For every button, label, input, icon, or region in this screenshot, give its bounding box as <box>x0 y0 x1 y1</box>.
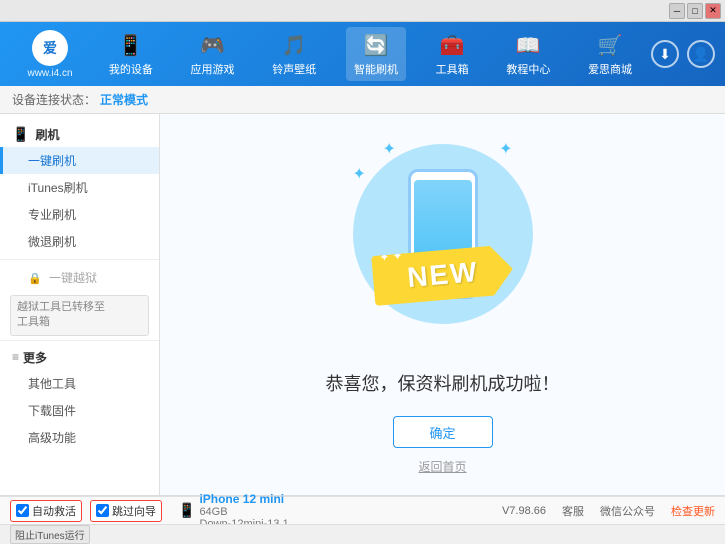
success-message: 恭喜您，保资料刷机成功啦！ <box>326 370 560 396</box>
nav-smart-flash[interactable]: 🔄 智能刷机 <box>346 27 406 81</box>
flash-group-icon: 📱 <box>12 126 29 143</box>
nav-items: 📱 我的设备 🎮 应用游戏 🎵 铃声壁纸 🔄 智能刷机 🧰 工具箱 📖 教程中心… <box>90 27 651 81</box>
nav-right: ⬇ 👤 <box>651 40 715 68</box>
nav-tutorial[interactable]: 📖 教程中心 <box>498 27 558 81</box>
customer-service-link[interactable]: 客服 <box>562 503 584 519</box>
more-group-icon: ≡ <box>12 350 19 364</box>
itunes-running-button[interactable]: 阻止iTunes运行 <box>10 525 90 544</box>
sidebar-divider-1 <box>0 259 159 260</box>
download-firmware-label: 下载固件 <box>28 404 76 418</box>
status-label: 设备连接状态： <box>12 91 96 108</box>
go-home-link[interactable]: 返回首页 <box>418 458 466 475</box>
logo-circle: 爱 <box>32 30 68 66</box>
sidebar-item-advanced[interactable]: 高级功能 <box>0 424 159 451</box>
auto-backup-checkbox[interactable] <box>16 504 29 517</box>
ringtones-icon: 🎵 <box>280 31 308 59</box>
one-key-flash-label: 一键刷机 <box>28 154 76 168</box>
itunes-running-label: 阻止iTunes运行 <box>15 531 85 542</box>
device-name: iPhone 12 mini <box>199 492 288 506</box>
maximize-button[interactable]: □ <box>687 3 703 19</box>
confirm-button[interactable]: 确定 <box>393 416 493 448</box>
nav-my-device[interactable]: 📱 我的设备 <box>101 27 161 81</box>
downgrade-flash-label: 微退刷机 <box>28 235 76 249</box>
sidebar-item-itunes-flash[interactable]: iTunes刷机 <box>0 174 159 201</box>
toolbox-icon: 🧰 <box>438 31 466 59</box>
nav-smart-flash-label: 智能刷机 <box>354 61 398 77</box>
sidebar-item-downgrade-flash[interactable]: 微退刷机 <box>0 228 159 255</box>
user-button[interactable]: 👤 <box>687 40 715 68</box>
content-area: ✦ ✦ ✦ ✦ ✦ NEW 恭喜您，保资料刷机成功啦！ 确定 返回首页 <box>160 114 725 495</box>
itunes-flash-label: iTunes刷机 <box>28 181 88 195</box>
download-button[interactable]: ⬇ <box>651 40 679 68</box>
sidebar-item-pro-flash[interactable]: 专业刷机 <box>0 201 159 228</box>
itunes-bar: 阻止iTunes运行 <box>0 524 725 544</box>
main-layout: 📱 刷机 一键刷机 iTunes刷机 专业刷机 微退刷机 🔒 一键越狱 越狱工具… <box>0 114 725 495</box>
sparkle-1: ✦ <box>383 139 396 159</box>
sparkle-2: ✦ <box>353 164 366 184</box>
sidebar-item-download-firmware[interactable]: 下载固件 <box>0 397 159 424</box>
nav-ringtones-label: 铃声壁纸 <box>272 61 316 77</box>
skip-wizard-checkbox-container: 跳过向导 <box>90 500 162 522</box>
nav-tutorial-label: 教程中心 <box>506 61 550 77</box>
check-update-link[interactable]: 检查更新 <box>671 503 715 519</box>
nav-apps-label: 应用游戏 <box>191 61 235 77</box>
device-phone-icon: 📱 <box>178 502 195 519</box>
skip-wizard-label: 跳过向导 <box>112 503 156 519</box>
nav-ringtones[interactable]: 🎵 铃声壁纸 <box>264 27 324 81</box>
minimize-button[interactable]: ─ <box>669 3 685 19</box>
status-value: 正常模式 <box>100 91 148 108</box>
nav-shop[interactable]: 🛒 爱思商城 <box>580 27 640 81</box>
phone-illustration: ✦ ✦ ✦ ✦ ✦ NEW <box>343 134 543 350</box>
my-device-icon: 📱 <box>117 31 145 59</box>
sidebar-notice: 越狱工具已转移至工具箱 <box>10 295 149 336</box>
smart-flash-icon: 🔄 <box>362 31 390 59</box>
jailbreak-label: 一键越狱 <box>49 271 97 285</box>
sparkle-3: ✦ <box>499 139 512 159</box>
sidebar-group-flash[interactable]: 📱 刷机 <box>0 122 159 147</box>
sidebar: 📱 刷机 一键刷机 iTunes刷机 专业刷机 微退刷机 🔒 一键越狱 越狱工具… <box>0 114 160 495</box>
tutorial-icon: 📖 <box>514 31 542 59</box>
sidebar-group-more[interactable]: ≡ 更多 <box>0 345 159 370</box>
nav-shop-label: 爱思商城 <box>588 61 632 77</box>
auto-backup-label: 自动救活 <box>32 503 76 519</box>
nav-my-device-label: 我的设备 <box>109 61 153 77</box>
sidebar-group-flash-label: 刷机 <box>35 126 59 143</box>
sidebar-item-one-key-flash[interactable]: 一键刷机 <box>0 147 159 174</box>
title-bar: ─ □ ✕ <box>0 0 725 22</box>
sidebar-notice-text: 越狱工具已转移至工具箱 <box>17 301 105 328</box>
pro-flash-label: 专业刷机 <box>28 208 76 222</box>
nav-toolbox-label: 工具箱 <box>436 61 469 77</box>
top-nav: 爱 www.i4.cn 📱 我的设备 🎮 应用游戏 🎵 铃声壁纸 🔄 智能刷机 … <box>0 22 725 86</box>
logo-icon: 爱 <box>43 38 57 58</box>
sidebar-group-more-label: 更多 <box>23 349 47 366</box>
other-tools-label: 其他工具 <box>28 377 76 391</box>
nav-apps[interactable]: 🎮 应用游戏 <box>183 27 243 81</box>
sidebar-divider-2 <box>0 340 159 341</box>
device-storage: 64GB <box>199 506 288 518</box>
version-label: V7.98.66 <box>502 505 546 517</box>
apps-icon: 🎮 <box>199 31 227 59</box>
skip-wizard-checkbox[interactable] <box>96 504 109 517</box>
nav-toolbox[interactable]: 🧰 工具箱 <box>428 27 477 81</box>
shop-icon: 🛒 <box>596 31 624 59</box>
logo[interactable]: 爱 www.i4.cn <box>10 30 90 79</box>
new-text: NEW <box>406 256 480 294</box>
status-bar: 设备连接状态： 正常模式 <box>0 86 725 114</box>
advanced-label: 高级功能 <box>28 431 76 445</box>
sidebar-item-jailbreak: 🔒 一键越狱 <box>0 264 159 291</box>
bottom-right: V7.98.66 客服 微信公众号 检查更新 <box>502 503 715 519</box>
auto-backup-checkbox-container: 自动救活 <box>10 500 82 522</box>
wechat-official-link[interactable]: 微信公众号 <box>600 503 655 519</box>
close-button[interactable]: ✕ <box>705 3 721 19</box>
logo-url: www.i4.cn <box>27 68 72 79</box>
sidebar-item-other-tools[interactable]: 其他工具 <box>0 370 159 397</box>
